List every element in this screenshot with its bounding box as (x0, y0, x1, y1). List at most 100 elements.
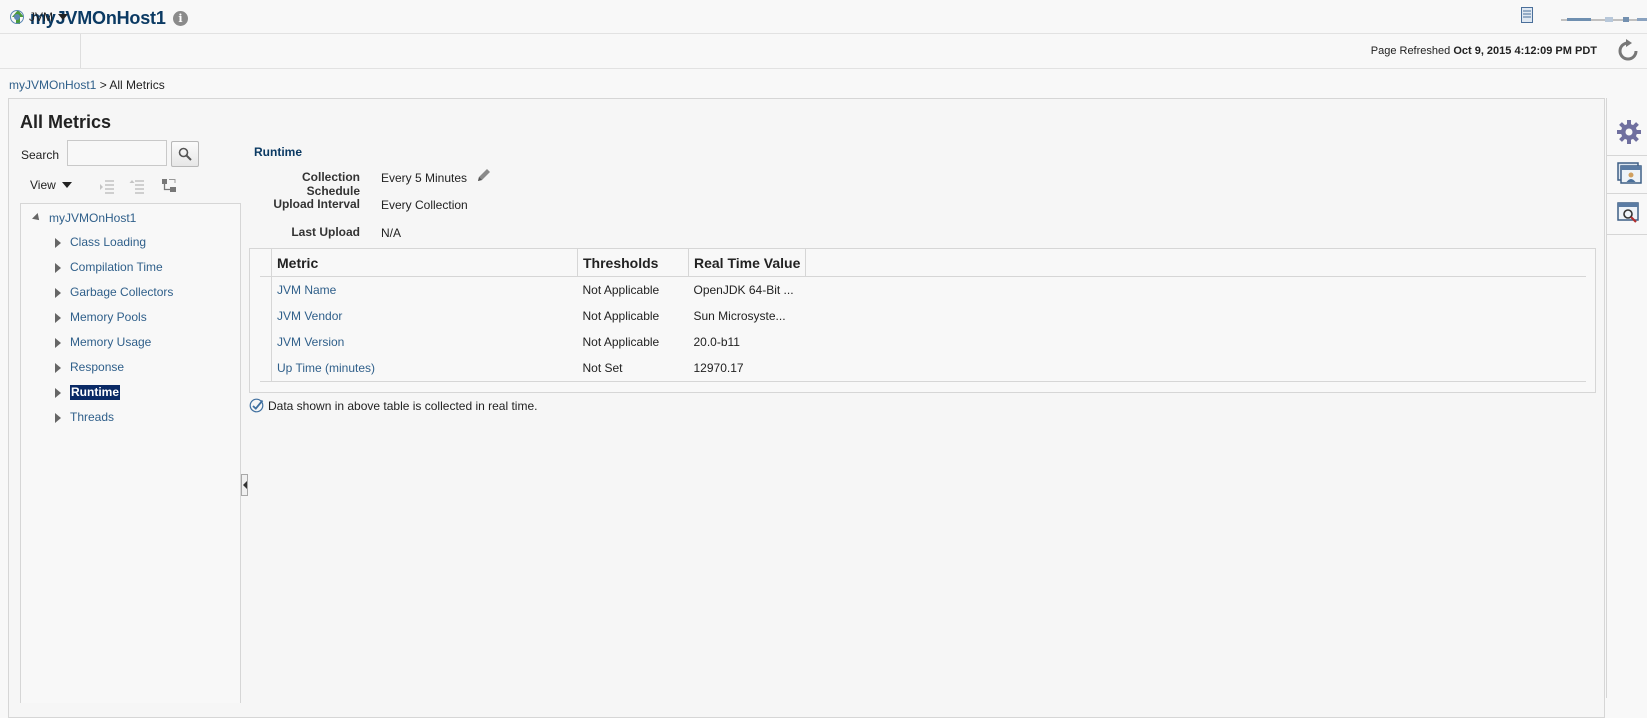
hierarchy-icon[interactable] (161, 178, 177, 194)
tree-node-label: Memory Usage (70, 335, 152, 349)
table-row[interactable]: JVM Vendor Not Applicable Sun Microsyste..… (260, 303, 1586, 329)
tree-node[interactable]: Runtime (55, 385, 120, 400)
real-time-value-cell: 12970.17 (688, 355, 806, 382)
expand-triangle-icon[interactable] (55, 362, 61, 373)
tree-node[interactable]: Compilation Time (55, 260, 163, 275)
upload-interval-label: Upload Interval (273, 197, 360, 211)
collapse-all-icon[interactable] (99, 178, 115, 194)
tree-node[interactable]: Class Loading (55, 235, 146, 250)
tree-node-label: Threads (70, 410, 115, 424)
refresh-icon[interactable] (1615, 38, 1641, 64)
page-title: All Metrics (20, 112, 112, 132)
real-time-value-cell: 20.0-b11 (693, 335, 740, 349)
metric-name-link[interactable]: JVM Version (272, 329, 578, 355)
metric-column-header[interactable]: Metric (271, 249, 578, 277)
expand-all-icon[interactable] (129, 178, 145, 194)
info-icon[interactable]: i (173, 11, 188, 26)
search-input[interactable] (67, 140, 167, 166)
row-selector-cell[interactable] (260, 303, 272, 329)
real-time-note-text: Data shown in above table is collected i… (268, 398, 538, 413)
metrics-tree (20, 203, 241, 703)
table-header-row: Metric Thresholds Real Time Value (260, 249, 1586, 277)
table-row[interactable]: JVM Name Not Applicable OpenJDK 64-Bit ... (260, 276, 1586, 304)
refresh-prefix: Page Refreshed (1370, 45, 1451, 57)
view-menu[interactable]: View (30, 178, 72, 192)
server-icon[interactable] (1521, 7, 1533, 23)
tree-node[interactable]: Memory Usage (55, 335, 151, 350)
tree-node-label: Response (70, 360, 125, 374)
thresholds-cell: Not Applicable (582, 335, 660, 349)
chevron-down-icon (58, 14, 68, 20)
real-time-value-column-header[interactable]: Real Time Value (688, 249, 807, 277)
expand-triangle-icon[interactable] (55, 387, 61, 398)
real-time-value-cell: Sun Microsyste... (693, 309, 786, 323)
activity-strip-icon (1561, 17, 1647, 22)
search-label: Search (21, 148, 60, 162)
main-panel (8, 98, 1605, 718)
search-button[interactable] (171, 141, 199, 167)
tree-root-node[interactable]: myJVMOnHost1 (32, 211, 137, 225)
tree-node[interactable]: Response (55, 360, 124, 375)
expand-triangle-icon[interactable] (55, 412, 61, 423)
breadcrumb-root-link[interactable]: myJVMOnHost1 (9, 78, 96, 92)
search-window-icon[interactable] (1616, 200, 1642, 226)
row-selector-cell[interactable] (260, 355, 272, 382)
row-selector-cell[interactable] (260, 276, 272, 303)
last-upload-value: N/A (381, 226, 402, 240)
upload-interval-value: Every Collection (381, 198, 468, 212)
collection-schedule-label: Collection Schedule (301, 170, 360, 198)
real-time-note: Data shown in above table is collected i… (249, 398, 537, 413)
metric-name-link[interactable]: Up Time (minutes) (271, 355, 578, 382)
thresholds-cell: Not Set (577, 355, 689, 382)
last-upload-label: Last Upload (291, 225, 360, 239)
tree-node-label: Runtime (70, 385, 120, 400)
thresholds-cell: Not Applicable (582, 283, 660, 297)
rail-separator (1607, 234, 1647, 235)
right-rail-border (1606, 98, 1607, 698)
breadcrumb-current: All Metrics (109, 78, 165, 92)
expand-triangle-icon[interactable] (55, 262, 61, 273)
chevron-down-icon (61, 182, 72, 188)
expand-triangle-icon[interactable] (55, 237, 61, 248)
filler-header (805, 249, 1586, 277)
row-selector-cell[interactable] (260, 329, 272, 355)
metric-name-link[interactable]: JVM Name (272, 277, 578, 304)
section-title: Runtime (254, 145, 302, 159)
tree-node[interactable]: Garbage Collectors (55, 285, 173, 300)
search-icon (178, 147, 192, 161)
tree-node-label: Compilation Time (70, 260, 163, 274)
breadcrumb-separator: > (99, 78, 107, 92)
tree-node[interactable]: Memory Pools (55, 310, 147, 325)
tree-root-label: myJVMOnHost1 (49, 211, 137, 225)
panel-splitter-handle[interactable] (241, 474, 248, 496)
row-selector-header (260, 249, 272, 277)
breadcrumb: myJVMOnHost1 > All Metrics (9, 78, 165, 92)
expand-triangle-icon[interactable] (55, 287, 61, 298)
filler-cell (806, 277, 1586, 304)
expand-triangle-icon[interactable] (55, 337, 61, 348)
jvm-menu-label: JVM (29, 10, 53, 24)
edit-pencil-icon[interactable] (476, 167, 492, 183)
tree-node-label: Garbage Collectors (70, 285, 174, 299)
table-row[interactable]: Up Time (minutes) Not Set 12970.17 (260, 355, 1586, 382)
expand-triangle-icon[interactable] (55, 312, 61, 323)
table-body: JVM Name Not Applicable OpenJDK 64-Bit ...… (260, 276, 1586, 382)
collection-schedule-value: Every 5 Minutes (381, 171, 468, 185)
jvm-target-icon (10, 10, 24, 24)
thresholds-column-header[interactable]: Thresholds (577, 249, 689, 277)
top-bar (0, 0, 1647, 34)
rail-separator (1607, 155, 1647, 156)
gear-icon[interactable] (1616, 119, 1642, 145)
menu-divider (80, 34, 81, 68)
tree-node[interactable]: Threads (55, 410, 114, 425)
real-time-value-cell: OpenJDK 64-Bit ... (693, 283, 794, 297)
refresh-time: Oct 9, 2015 4:12:09 PM PDT (1453, 45, 1597, 57)
table-row[interactable]: JVM Version Not Applicable 20.0-b11 (260, 329, 1586, 355)
filler-cell (805, 355, 1586, 382)
user-report-icon[interactable] (1616, 160, 1642, 186)
thresholds-cell: Not Applicable (582, 309, 660, 323)
filler-cell (806, 303, 1586, 329)
checkmark-icon (249, 398, 264, 413)
metric-name-link[interactable]: JVM Vendor (272, 303, 578, 329)
jvm-target-menu[interactable]: JVM (10, 9, 68, 25)
